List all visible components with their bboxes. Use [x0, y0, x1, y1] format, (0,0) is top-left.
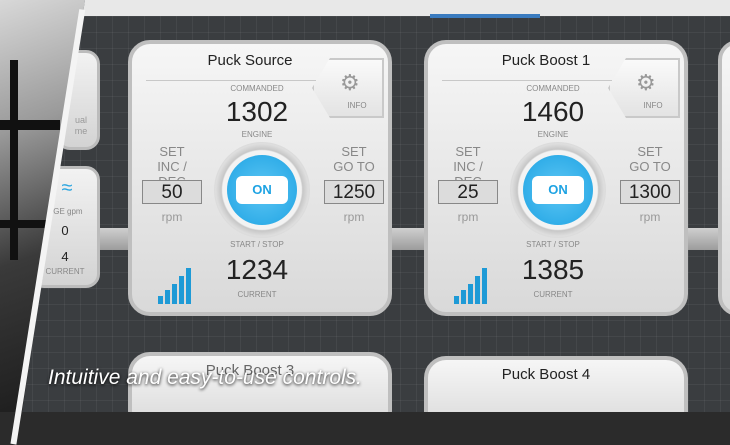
engine-start-stop-button[interactable]: ON [510, 142, 606, 238]
engine-icon: ⚙ [636, 70, 656, 95]
start-stop-label: START / STOP [526, 240, 580, 249]
engine-icon: ⚙ [340, 70, 360, 95]
top-bar [22, 0, 730, 18]
puck-source-card: Puck Source ⚙ INFO COMMANDED 1302 ENGINE… [128, 40, 392, 316]
engine-label: ENGINE [241, 130, 273, 139]
set-goto-label: SET GO TO [629, 144, 671, 174]
puck-boost-1-card: Puck Boost 1 ⚙ INFO COMMANDED 1460 ENGIN… [424, 40, 688, 316]
current-value: 1385 [521, 254, 585, 285]
commanded-label: COMMANDED [526, 84, 580, 93]
commanded-value: 1460 [521, 96, 585, 127]
set-goto-label: SET GO TO [333, 144, 375, 174]
on-label: ON [548, 182, 568, 197]
goto-field[interactable]: 1250 [324, 180, 384, 204]
engine-start-stop-button[interactable]: ON [214, 142, 310, 238]
inc-dec-field[interactable]: 25 [438, 180, 498, 204]
rpm-unit: rpm [343, 210, 365, 224]
puck-boost-3-card: Puck Boost 3 [128, 352, 392, 412]
control-screen: ual me ≈ RGE gpm 0 4 CURRENT Puck Source… [22, 0, 730, 412]
current-label: CURRENT [237, 290, 277, 299]
signal-bars-icon [454, 268, 487, 304]
active-tab-indicator [430, 14, 540, 18]
info-label: INFO [643, 101, 663, 110]
inc-dec-field[interactable]: 50 [142, 180, 202, 204]
on-label: ON [252, 182, 272, 197]
rpm-unit: rpm [457, 210, 479, 224]
current-value: 1234 [225, 254, 289, 285]
engine-label: ENGINE [537, 130, 569, 139]
rpm-unit: rpm [639, 210, 661, 224]
rpm-unit: rpm [161, 210, 183, 224]
commanded-label: COMMANDED [230, 84, 284, 93]
signal-bars-icon [158, 268, 191, 304]
caption: Intuitive and easy-to-use controls. [48, 366, 362, 389]
current-label: CURRENT [533, 290, 573, 299]
manual-label-2: me [74, 126, 88, 136]
card-title: Puck Boost 4 [501, 366, 591, 383]
puck-boost-4-card: Puck Boost 4 [424, 356, 688, 412]
goto-field[interactable]: 1300 [620, 180, 680, 204]
start-stop-label: START / STOP [230, 240, 284, 249]
commanded-value: 1302 [225, 96, 289, 127]
info-label: INFO [347, 101, 367, 110]
next-card-edge [718, 40, 730, 316]
